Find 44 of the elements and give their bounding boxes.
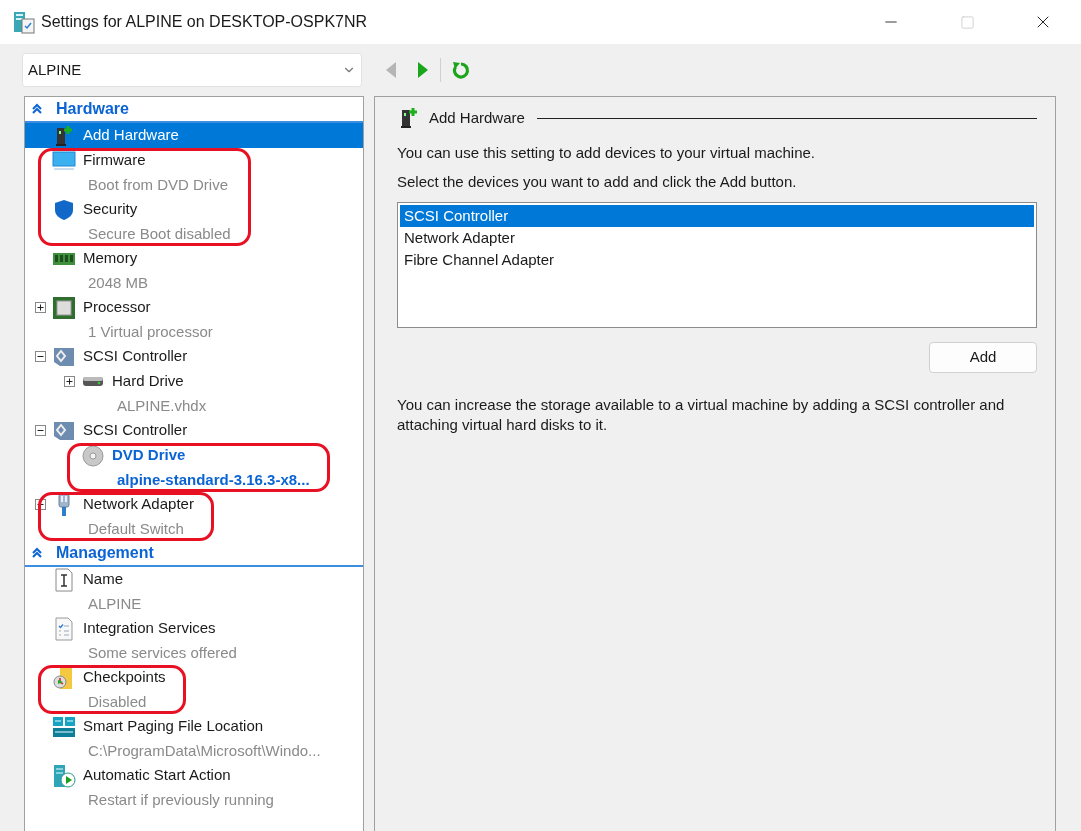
refresh-icon[interactable] <box>451 60 471 80</box>
collapse-chevrons-icon <box>31 103 43 115</box>
expand-icon[interactable] <box>64 376 75 387</box>
intro-text: You can use this setting to add devices to your virtual machine. <box>397 143 817 163</box>
section-header[interactable]: Management <box>25 541 363 567</box>
list-item[interactable]: Network Adapter <box>400 227 1034 249</box>
tree-item[interactable]: Checkpoints Disabled <box>25 665 166 714</box>
tree-item[interactable]: Integration Services Some services offered <box>25 616 363 665</box>
collapse-icon[interactable] <box>35 351 46 362</box>
shield-icon <box>52 197 76 222</box>
expand-icon[interactable] <box>35 302 46 313</box>
text-cursor-icon <box>52 567 76 592</box>
tree-item[interactable]: Processor 1 Virtual processor <box>25 295 363 344</box>
tree-item[interactable]: Firmware Boot from DVD Drive <box>25 148 231 197</box>
instruction-text: Select the devices you want to add and click the Add button. <box>397 172 798 192</box>
disc-icon <box>81 443 105 468</box>
tree-item[interactable]: Name ALPINE <box>25 567 363 616</box>
processor-icon <box>52 295 76 320</box>
collapse-icon[interactable] <box>35 425 46 436</box>
memory-blocks-icon <box>52 714 76 739</box>
collapse-chevrons-icon <box>31 547 43 559</box>
tree-item[interactable]: Security Secure Boot disabled <box>25 197 231 246</box>
window-title: Settings for ALPINE on DESKTOP-OSPK7NR <box>41 12 368 32</box>
tree-item[interactable]: Automatic Start Action Restart if previously running <box>25 763 363 812</box>
tree-item[interactable]: Add Hardware <box>25 123 363 148</box>
tree-item[interactable]: DVD Drive alpine-standard-3.16.3-x8... <box>25 443 310 492</box>
settings-window-icon <box>13 10 35 34</box>
tree-item[interactable]: Memory 2048 MB <box>25 246 363 295</box>
list-item[interactable]: Fibre Channel Adapter <box>400 249 1034 271</box>
checklist-icon <box>52 616 76 641</box>
vm-dropdown[interactable]: ALPINE <box>22 53 362 87</box>
forward-icon[interactable] <box>416 61 430 79</box>
server-play-icon <box>52 763 76 788</box>
add-button[interactable]: Add <box>929 342 1037 373</box>
tree-item[interactable]: Network Adapter Default Switch <box>25 492 194 541</box>
panel-heading: Add Hardware <box>429 107 525 128</box>
monitor-icon <box>52 148 76 173</box>
storage-note: You can increase the storage available to a virtual machine by adding a SCSI controller and attaching virtual hard disks to it. <box>397 395 1006 435</box>
tree-item[interactable]: SCSI Controller <box>25 418 363 443</box>
tree-item[interactable]: Smart Paging File Location C:\ProgramData\Microsoft\Windo... <box>25 714 363 763</box>
tree-item[interactable]: SCSI Controller <box>25 344 363 369</box>
list-item[interactable]: SCSI Controller <box>400 205 1034 227</box>
tree-item[interactable]: Hard Drive ALPINE.vhdx <box>25 369 363 418</box>
hard-drive-icon <box>81 376 105 387</box>
